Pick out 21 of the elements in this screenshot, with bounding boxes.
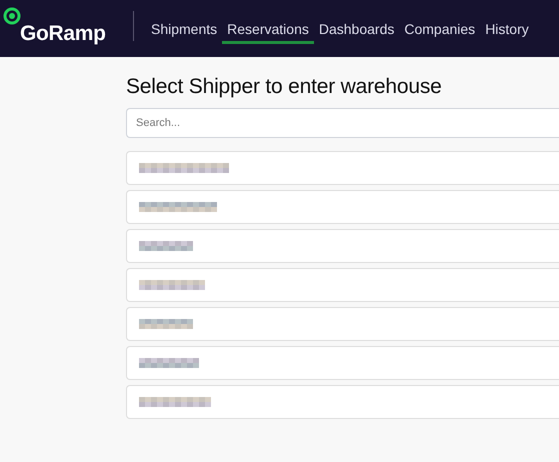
page-heading: Select Shipper to enter warehouse — [126, 75, 443, 99]
shipper-item[interactable] — [126, 229, 559, 263]
nav-tab[interactable]: Dashboards — [314, 4, 400, 44]
nav-tab[interactable]: Companies — [399, 4, 480, 44]
shipper-item[interactable] — [126, 385, 559, 419]
brand-name: GoRamp — [20, 22, 107, 46]
nav-tab[interactable]: Reservations — [222, 4, 314, 44]
pixelated-name — [139, 319, 193, 329]
nav-tab[interactable]: History — [480, 4, 534, 44]
shipper-item[interactable] — [126, 190, 559, 224]
pixelated-name — [139, 358, 199, 368]
pixelated-name — [139, 280, 205, 290]
shipper-item[interactable] — [126, 307, 559, 341]
nav-tab[interactable]: Shipments — [146, 4, 222, 44]
logo-ring-icon — [3, 7, 21, 25]
pixelated-name — [139, 397, 211, 407]
shipper-item[interactable] — [126, 151, 559, 185]
shipper-item[interactable] — [126, 268, 559, 302]
shipper-item[interactable] — [126, 346, 559, 380]
search-field[interactable]: Search... — [126, 108, 559, 138]
pixelated-name — [139, 241, 193, 251]
